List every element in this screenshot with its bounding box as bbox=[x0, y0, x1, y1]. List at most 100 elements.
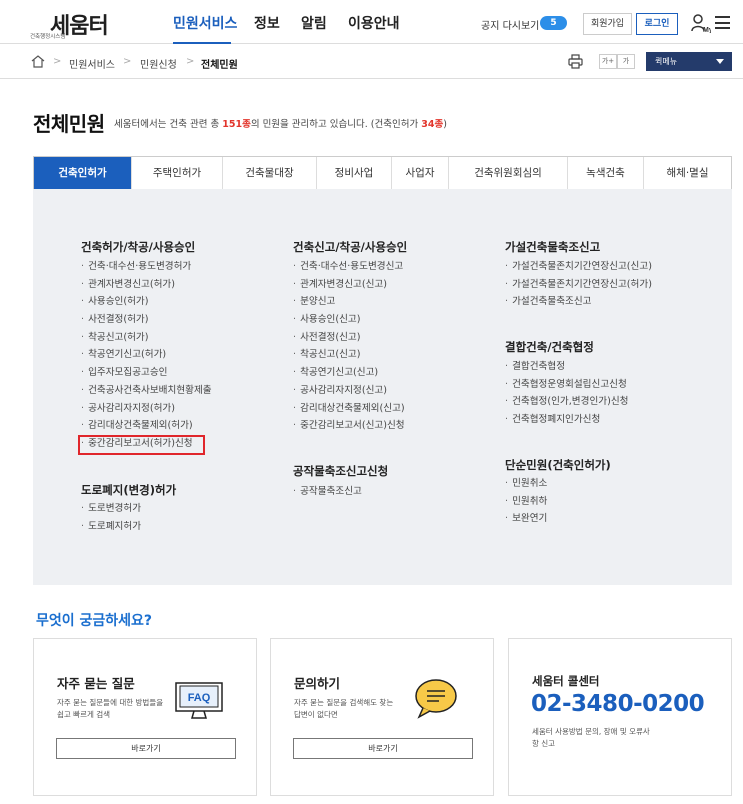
group-title: 가설건축물축조신고 bbox=[505, 240, 601, 254]
font-increase-button[interactable]: 가+ bbox=[599, 54, 617, 69]
service-list: 건축·대수선·용도변경신고 관계자변경신고(신고) 분양신고 사용승인(신고) … bbox=[293, 258, 405, 435]
tab-building-permit[interactable]: 건축인허가 bbox=[34, 157, 132, 189]
nav-guide[interactable]: 이용안내 bbox=[348, 13, 400, 33]
call-center-card: 세움터 콜센터 02-3480-0200 세움터 사용방법 문의, 장애 및 오… bbox=[508, 638, 732, 796]
hamburger-menu-icon[interactable] bbox=[715, 16, 730, 29]
category-count: 34종 bbox=[421, 119, 444, 130]
service-link[interactable]: 민원취소 bbox=[505, 475, 547, 493]
service-link[interactable]: 감리대상건축물제외(신고) bbox=[293, 400, 405, 418]
service-link[interactable]: 가설건축물존치기간연장신고(신고) bbox=[505, 258, 652, 276]
service-list: 공작물축조신고 bbox=[293, 483, 362, 501]
service-link[interactable]: 착공신고(허가) bbox=[81, 329, 212, 347]
group-title: 단순민원(건축인허가) bbox=[505, 458, 611, 472]
tab-green-building[interactable]: 녹색건축 bbox=[568, 157, 644, 189]
tab-committee-review[interactable]: 건축위원회심의 bbox=[449, 157, 568, 189]
page-description: 세움터에서는 건축 관련 총 151종의 민원을 관리하고 있습니다. (건축인… bbox=[114, 116, 447, 130]
speech-bubble-icon bbox=[415, 679, 457, 719]
notice-replay-link[interactable]: 공지 다시보기 bbox=[481, 17, 539, 32]
tab-demolition[interactable]: 해체·멸실 bbox=[644, 157, 731, 189]
group-title: 결합건축/건축협정 bbox=[505, 340, 594, 354]
service-link[interactable]: 착공신고(신고) bbox=[293, 346, 405, 364]
breadcrumb-current: 전체민원 bbox=[201, 60, 238, 71]
service-link[interactable]: 착공연기신고(허가) bbox=[81, 346, 212, 364]
service-list: 민원취소 민원취하 보완연기 bbox=[505, 475, 547, 528]
quick-menu-select[interactable]: 퀵메뉴 bbox=[646, 52, 732, 71]
faq-go-button[interactable]: 바로가기 bbox=[56, 738, 236, 759]
service-link[interactable]: 도로폐지허가 bbox=[81, 518, 141, 536]
service-link[interactable]: 공작물축조신고 bbox=[293, 483, 362, 501]
join-button[interactable]: 회원가입 bbox=[583, 13, 632, 35]
tab-maintenance[interactable]: 정비사업 bbox=[317, 157, 392, 189]
faq-title: 자주 묻는 질문 bbox=[57, 676, 135, 691]
call-center-phone: 02-3480-0200 bbox=[531, 691, 705, 717]
desc-suffix: ) bbox=[443, 119, 447, 130]
service-link[interactable]: 관계자변경신고(허가) bbox=[81, 276, 212, 294]
service-link[interactable]: 가설건축물존치기간연장신고(허가) bbox=[505, 276, 652, 294]
service-link[interactable]: 사전결정(허가) bbox=[81, 311, 212, 329]
service-link[interactable]: 중간감리보고서(신고)신청 bbox=[293, 417, 405, 435]
inquiry-title: 문의하기 bbox=[294, 676, 341, 691]
tab-building-register[interactable]: 건축물대장 bbox=[223, 157, 317, 189]
group-title: 공작물축조신고신청 bbox=[293, 464, 389, 478]
service-link[interactable]: 공사감리자지정(허가) bbox=[81, 400, 212, 418]
service-link[interactable]: 사용승인(허가) bbox=[81, 293, 212, 311]
faq-description: 자주 묻는 질문들에 대한 방법들을 쉽고 빠르게 검색 bbox=[57, 698, 164, 719]
service-link[interactable]: 건축협정(인가,변경인가)신청 bbox=[505, 393, 628, 411]
service-link[interactable]: 관계자변경신고(신고) bbox=[293, 276, 405, 294]
faq-icon-text: FAQ bbox=[188, 692, 211, 704]
service-list: 건축·대수선·용도변경허가 관계자변경신고(허가) 사용승인(허가) 사전결정(… bbox=[81, 258, 212, 453]
service-link[interactable]: 민원취하 bbox=[505, 493, 547, 511]
nav-active-underline bbox=[173, 42, 231, 44]
site-logo[interactable]: 세움터 건축행정시스템 bbox=[30, 8, 116, 40]
site-header: 세움터 건축행정시스템 민원서비스 정보 알림 이용안내 공지 다시보기 5 회… bbox=[0, 0, 743, 44]
chevron-right-icon: > bbox=[186, 56, 195, 67]
font-decrease-button[interactable]: 가 bbox=[617, 54, 635, 69]
print-icon[interactable] bbox=[568, 54, 583, 69]
breadcrumb-bar: > 민원서비스 > 민원신청 > 전체민원 가+ 가 퀵메뉴 bbox=[0, 45, 743, 79]
service-link[interactable]: 보완연기 bbox=[505, 510, 547, 528]
login-button[interactable]: 로그인 bbox=[636, 13, 678, 35]
service-link[interactable]: 건축·대수선·용도변경신고 bbox=[293, 258, 405, 276]
service-link[interactable]: 사용승인(신고) bbox=[293, 311, 405, 329]
service-link[interactable]: 착공연기신고(신고) bbox=[293, 364, 405, 382]
page-title: 전체민원 bbox=[33, 112, 105, 136]
category-tabs: 건축인허가 주택인허가 건축물대장 정비사업 사업자 건축위원회심의 녹색건축 … bbox=[33, 156, 732, 189]
service-link[interactable]: 가설건축물축조신고 bbox=[505, 293, 652, 311]
group-title: 건축허가/착공/사용승인 bbox=[81, 240, 196, 254]
chevron-right-icon: > bbox=[123, 56, 132, 67]
service-link[interactable]: 건축·대수선·용도변경허가 bbox=[81, 258, 212, 276]
breadcrumb-item[interactable]: 민원서비스 bbox=[69, 56, 115, 71]
nav-notice[interactable]: 알림 bbox=[301, 13, 327, 33]
nav-civil-service[interactable]: 민원서비스 bbox=[173, 13, 237, 33]
service-link[interactable]: 입주자모집공고승인 bbox=[81, 364, 212, 382]
my-page-icon[interactable]: My bbox=[691, 13, 711, 33]
inquiry-go-button[interactable]: 바로가기 bbox=[293, 738, 473, 759]
service-link[interactable]: 도로변경허가 bbox=[81, 500, 141, 518]
service-list: 결합건축협정 건축협정운영회설립신고신청 건축협정(인가,변경인가)신청 건축협… bbox=[505, 358, 629, 429]
svg-text:My: My bbox=[703, 27, 711, 33]
nav-info[interactable]: 정보 bbox=[254, 13, 280, 33]
home-icon[interactable] bbox=[31, 55, 45, 68]
logo-subtitle: 건축행정시스템 bbox=[30, 34, 66, 40]
service-link[interactable]: 공사감리자지정(신고) bbox=[293, 382, 405, 400]
breadcrumb-item[interactable]: 민원신청 bbox=[140, 56, 177, 71]
inquiry-card: 문의하기 자주 묻는 질문을 검색해도 찾는 답변이 없다면 바로가기 bbox=[270, 638, 494, 796]
service-link[interactable]: 건축공사건축사보배치현황제출 bbox=[81, 382, 212, 400]
service-link[interactable]: 건축협정폐지인가신청 bbox=[505, 411, 629, 429]
chevron-right-icon: > bbox=[53, 56, 62, 67]
quick-menu-label: 퀵메뉴 bbox=[655, 57, 678, 66]
call-center-title: 세움터 콜센터 bbox=[532, 674, 600, 688]
notice-count-badge: 5 bbox=[540, 16, 567, 30]
service-link[interactable]: 결합건축협정 bbox=[505, 358, 629, 376]
tab-business[interactable]: 사업자 bbox=[392, 157, 449, 189]
total-count: 151종 bbox=[222, 119, 251, 130]
service-link[interactable]: 분양신고 bbox=[293, 293, 405, 311]
faq-monitor-icon: FAQ bbox=[175, 682, 223, 719]
service-link[interactable]: 건축협정운영회설립신고신청 bbox=[505, 376, 629, 394]
highlight-box bbox=[78, 435, 205, 455]
group-title: 도로폐지(변경)허가 bbox=[81, 483, 177, 497]
service-list: 도로변경허가 도로폐지허가 bbox=[81, 500, 141, 535]
service-link[interactable]: 사전결정(신고) bbox=[293, 329, 405, 347]
service-link[interactable]: 감리대상건축물제외(허가) bbox=[81, 417, 212, 435]
tab-housing-permit[interactable]: 주택인허가 bbox=[132, 157, 223, 189]
